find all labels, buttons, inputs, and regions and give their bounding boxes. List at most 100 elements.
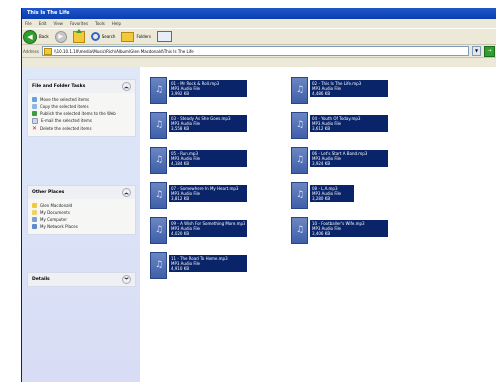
task-move[interactable]: Move the selected items xyxy=(32,97,131,102)
file-label: 11 - The Road To Home.mp3 MP3 Audio File 4… xyxy=(169,255,247,272)
file-item[interactable]: ♫ 04 - Youth Of Today.mp3 MP3 Audio File 3… xyxy=(291,112,411,142)
file-label: 01 - Mr Rock & Roll.mp3 MP3 Audio File 3,9… xyxy=(169,80,247,97)
place-label: Glen Macdonald xyxy=(40,203,73,208)
file-item[interactable]: ♫ 09 - A Wish For Something More.mp3 MP3 … xyxy=(150,217,270,247)
collapse-icon[interactable]: ︽ xyxy=(122,82,131,91)
file-item[interactable]: ♫ 08 - L.A.mp3 MP3 Audio File 3,280 KB xyxy=(291,182,411,212)
task-delete[interactable]: ✕ Delete the selected items xyxy=(32,126,131,132)
task-email[interactable]: E-mail the selected items xyxy=(32,118,131,124)
file-size: 4,184 KB xyxy=(171,161,190,166)
file-size: 4,910 KB xyxy=(171,266,190,271)
email-icon xyxy=(32,118,38,124)
file-label: 08 - L.A.mp3 MP3 Audio File 3,280 KB xyxy=(310,185,354,202)
file-item[interactable]: ♫ 03 - Steady As She Goes.mp3 MP3 Audio F… xyxy=(150,112,270,142)
address-label: Address xyxy=(23,48,39,54)
address-field[interactable]: \\10.10.1.10\media\Music\Rich\Album\Glen… xyxy=(41,46,469,56)
file-label: 07 - Somewhere In My Heart.mp3 MP3 Audio … xyxy=(169,185,247,202)
file-item[interactable]: ♫ 06 - Let's Start A Band.mp3 MP3 Audio F… xyxy=(291,147,411,177)
audio-file-icon: ♫ xyxy=(150,217,167,244)
search-button[interactable]: Search xyxy=(90,32,116,41)
forward-button[interactable]: ▶ xyxy=(54,30,67,43)
menu-bar: File Edit View Favorites Tools Help xyxy=(22,19,496,28)
panel-title: Other Places xyxy=(32,190,65,195)
content-area: File and Folder Tasks ︽ Move the selecte… xyxy=(22,67,496,382)
task-publish[interactable]: Publish the selected items to the Web xyxy=(32,111,131,116)
place-my-network[interactable]: My Network Places xyxy=(32,224,131,229)
audio-file-icon: ♫ xyxy=(291,77,308,104)
address-path: \\10.10.1.10\media\Music\Rich\Album\Glen… xyxy=(53,48,194,54)
menu-file[interactable]: File xyxy=(25,21,32,26)
expand-icon[interactable]: ︾ xyxy=(122,275,131,284)
task-label: Delete the selected items xyxy=(40,126,92,131)
folder-icon xyxy=(43,47,52,55)
file-item[interactable]: ♫ 01 - Mr Rock & Roll.mp3 MP3 Audio File 3… xyxy=(150,77,270,107)
folders-icon xyxy=(121,31,135,42)
file-label: 03 - Steady As She Goes.mp3 MP3 Audio Fil… xyxy=(169,115,247,132)
go-button[interactable]: → xyxy=(484,45,495,57)
file-item[interactable]: ♫ 10 - Footballer's Wife.mp3 MP3 Audio Fi… xyxy=(291,217,411,247)
search-icon xyxy=(90,32,100,41)
file-size: 3,612 KB xyxy=(312,126,331,131)
window-title: This Is The Life xyxy=(22,8,496,19)
file-item[interactable]: ♫ 11 - The Road To Home.mp3 MP3 Audio Fil… xyxy=(150,252,270,282)
folders-label: Folders xyxy=(136,34,151,39)
file-size: 3,992 KB xyxy=(171,91,190,96)
place-glen-macdonald[interactable]: Glen Macdonald xyxy=(32,203,131,208)
file-item[interactable]: ♫ 07 - Somewhere In My Heart.mp3 MP3 Audi… xyxy=(150,182,270,212)
back-label: Back xyxy=(39,34,49,39)
task-label: Publish the selected items to the Web xyxy=(40,111,116,116)
audio-file-icon: ♫ xyxy=(291,217,308,244)
back-arrow-icon: ◀ xyxy=(23,29,37,44)
file-item[interactable]: ♫ 02 - This Is The Life.mp3 MP3 Audio Fil… xyxy=(291,77,411,107)
menu-tools[interactable]: Tools xyxy=(95,21,105,26)
file-folder-tasks-header[interactable]: File and Folder Tasks ︽ xyxy=(28,80,135,93)
audio-file-icon: ♫ xyxy=(150,147,167,174)
panel-title: File and Folder Tasks xyxy=(32,84,86,89)
place-my-documents[interactable]: My Documents xyxy=(32,210,131,215)
task-label: E-mail the selected items xyxy=(41,118,92,123)
audio-file-icon: ♫ xyxy=(291,112,308,139)
place-label: My Documents xyxy=(40,210,70,215)
publish-icon xyxy=(32,111,37,116)
other-places-header[interactable]: Other Places ︽ xyxy=(28,186,135,199)
address-dropdown-icon[interactable]: ▼ xyxy=(472,46,481,56)
back-button[interactable]: ◀ Back xyxy=(23,29,49,44)
audio-file-icon: ♫ xyxy=(150,77,167,104)
folder-icon xyxy=(32,203,37,208)
move-icon xyxy=(32,97,37,102)
views-button[interactable] xyxy=(156,31,172,42)
file-size: 3,924 KB xyxy=(312,161,331,166)
toolbar: ◀ Back ▶ Search Folders xyxy=(22,28,496,45)
menu-edit[interactable]: Edit xyxy=(39,21,47,26)
file-size: 3,280 KB xyxy=(312,196,331,201)
file-size: 3,406 KB xyxy=(312,231,331,236)
audio-file-icon: ♫ xyxy=(291,147,308,174)
forward-arrow-icon: ▶ xyxy=(54,30,67,43)
menu-help[interactable]: Help xyxy=(112,21,121,26)
task-label: Move the selected items xyxy=(40,97,90,102)
audio-file-icon: ♫ xyxy=(291,182,308,209)
folders-button[interactable]: Folders xyxy=(121,31,151,42)
file-label: 05 - Run.mp3 MP3 Audio File 4,184 KB xyxy=(169,150,247,167)
place-label: My Computer xyxy=(40,217,67,222)
file-item[interactable]: ♫ 05 - Run.mp3 MP3 Audio File 4,184 KB xyxy=(150,147,270,177)
collapse-icon[interactable]: ︽ xyxy=(122,188,131,197)
panel-title: Details xyxy=(32,277,50,282)
audio-file-icon: ♫ xyxy=(150,182,167,209)
views-icon xyxy=(156,31,172,42)
details-panel: Details ︾ xyxy=(27,272,136,287)
menu-favorites[interactable]: Favorites xyxy=(70,21,88,26)
place-my-computer[interactable]: My Computer xyxy=(32,217,131,222)
copy-icon xyxy=(32,104,37,109)
up-folder-button[interactable] xyxy=(72,28,85,43)
my-documents-icon xyxy=(32,210,37,215)
file-label: 10 - Footballer's Wife.mp3 MP3 Audio File… xyxy=(310,220,388,237)
details-header[interactable]: Details ︾ xyxy=(28,273,135,286)
task-copy[interactable]: Copy the selected items xyxy=(32,104,131,109)
search-label: Search xyxy=(101,34,116,39)
network-icon xyxy=(32,224,37,229)
file-size: 4,020 KB xyxy=(171,231,190,236)
file-size: 4,486 KB xyxy=(312,91,331,96)
address-bar: Address \\10.10.1.10\media\Music\Rich\Al… xyxy=(22,45,496,58)
menu-view[interactable]: View xyxy=(53,21,63,26)
